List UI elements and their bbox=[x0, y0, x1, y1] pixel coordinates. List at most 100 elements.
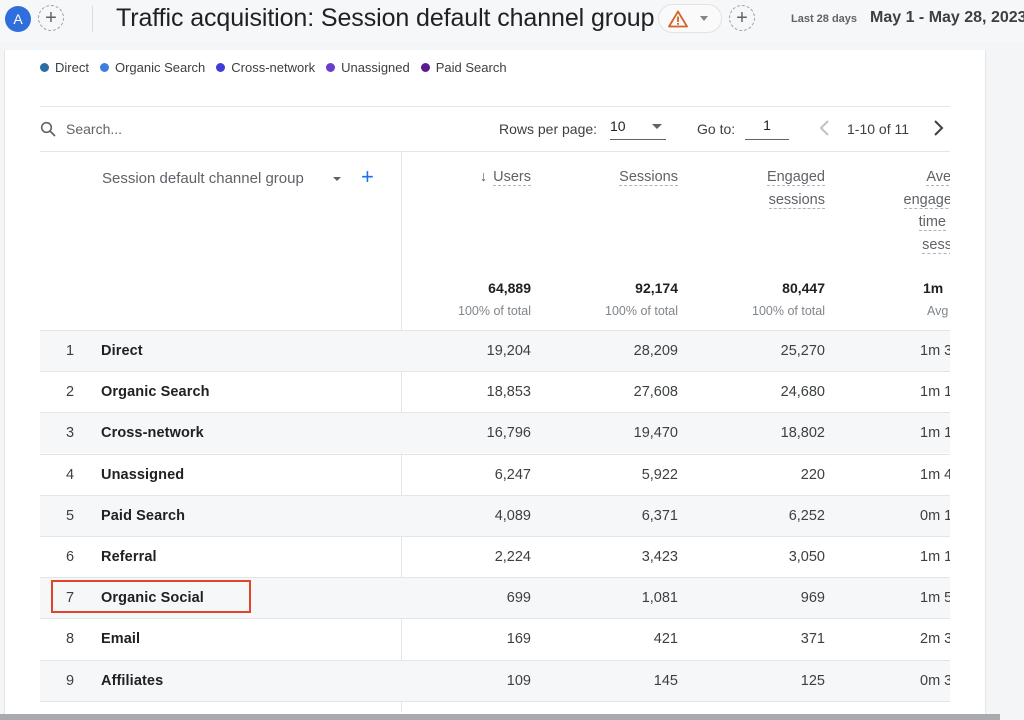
total-users-percent: 100% of total bbox=[458, 304, 531, 318]
column-label: Users bbox=[493, 169, 531, 186]
channel-name[interactable]: Email bbox=[101, 631, 140, 647]
next-page-button[interactable] bbox=[928, 117, 948, 139]
total-sessions: 92,174 bbox=[635, 280, 678, 296]
table-row[interactable]: 3 Cross-network 16,796 19,470 18,802 1m 1 bbox=[40, 412, 950, 454]
column-label: sess bbox=[922, 236, 950, 254]
column-header-engaged-sessions[interactable]: Engaged sessions bbox=[766, 166, 825, 211]
table-row[interactable]: 1 Direct 19,204 28,209 25,270 1m 3 bbox=[40, 330, 950, 371]
add-dimension-button[interactable]: + bbox=[361, 166, 374, 188]
sessions-value: 421 bbox=[653, 631, 678, 648]
legend-item-organic-search[interactable]: Organic Search bbox=[99, 60, 206, 75]
row-index: 2 bbox=[66, 384, 75, 401]
previous-page-button[interactable] bbox=[815, 117, 835, 139]
report-header: A + Traffic acquisition: Session default… bbox=[0, 0, 1024, 42]
column-header-users[interactable]: ↓ Users bbox=[480, 166, 531, 189]
sessions-value: 28,209 bbox=[633, 343, 678, 359]
chevron-down-icon[interactable] bbox=[333, 177, 341, 181]
total-users: 64,889 bbox=[488, 280, 531, 296]
avg-engagement-value: 0m 3 bbox=[920, 672, 950, 689]
rows-per-page-select[interactable]: 10 bbox=[610, 116, 666, 140]
column-label: Avera bbox=[926, 169, 950, 186]
add-comparison-button[interactable]: + bbox=[38, 5, 64, 31]
table-row[interactable]: 6 Referral 2,224 3,423 3,050 1m 1 bbox=[40, 536, 950, 577]
total-engaged-sessions: 80,447 bbox=[782, 280, 825, 296]
avg-engagement-value: 1m 5 bbox=[920, 590, 950, 607]
users-value: 2,224 bbox=[494, 549, 531, 565]
channel-name[interactable]: Direct bbox=[101, 343, 143, 359]
chart-legend: Direct Organic Search Cross-network Unas… bbox=[40, 60, 518, 75]
engaged-sessions-value: 969 bbox=[800, 590, 825, 607]
column-label: sessions bbox=[768, 191, 825, 209]
column-header-avg-engagement-time[interactable]: Avera engagem time sess bbox=[870, 166, 950, 256]
table-row[interactable]: 5 Paid Search 4,089 6,371 6,252 0m 1 bbox=[40, 494, 950, 536]
legend-item-direct[interactable]: Direct bbox=[40, 60, 89, 75]
chevron-down-icon bbox=[652, 124, 662, 129]
sessions-value: 5,922 bbox=[641, 466, 678, 483]
channel-name[interactable]: Organic Search bbox=[101, 384, 210, 400]
table-row[interactable]: 4 Unassigned 6,247 5,922 220 1m 4 bbox=[40, 453, 950, 495]
total-sessions-percent: 100% of total bbox=[605, 304, 678, 318]
horizontal-scrollbar[interactable] bbox=[0, 714, 1000, 720]
row-index: 1 bbox=[66, 343, 75, 359]
legend-dot-icon bbox=[326, 63, 336, 72]
divider bbox=[40, 106, 950, 107]
channel-name[interactable]: Referral bbox=[101, 549, 157, 565]
search-input[interactable] bbox=[66, 119, 366, 139]
users-value: 18,853 bbox=[486, 384, 531, 401]
sort-descending-icon: ↓ bbox=[479, 169, 488, 185]
engaged-sessions-value: 18,802 bbox=[780, 425, 825, 442]
sessions-value: 145 bbox=[653, 672, 678, 689]
table-row[interactable]: 9 Affiliates 109 145 125 0m 3 bbox=[40, 659, 950, 701]
avg-engagement-value: 0m 1 bbox=[920, 507, 950, 524]
search-icon bbox=[40, 121, 56, 137]
column-label: engagem bbox=[903, 191, 950, 209]
date-preset-label[interactable]: Last 28 days bbox=[791, 13, 857, 25]
comparison-avatar[interactable]: A bbox=[5, 6, 31, 32]
table-row[interactable]: 8 Email 169 421 371 2m 3 bbox=[40, 618, 950, 659]
plus-icon: + bbox=[45, 7, 57, 29]
highlight-annotation bbox=[51, 580, 251, 613]
sessions-value: 6,371 bbox=[641, 507, 678, 524]
avg-engagement-value: 2m 3 bbox=[920, 631, 950, 648]
date-range-picker[interactable]: May 1 - May 28, 2023 bbox=[870, 9, 1024, 27]
row-index: 3 bbox=[66, 425, 75, 442]
legend-dot-icon bbox=[40, 63, 49, 72]
goto-page-input[interactable] bbox=[745, 116, 789, 140]
legend-item-paid-search[interactable]: Paid Search bbox=[420, 60, 507, 75]
engaged-sessions-value: 3,050 bbox=[788, 549, 825, 565]
total-avg-engagement: 1m bbox=[923, 280, 944, 296]
legend-label: Direct bbox=[55, 60, 89, 75]
data-quality-dropdown[interactable] bbox=[658, 4, 722, 33]
add-filter-button[interactable]: + bbox=[729, 5, 755, 31]
page-title: Traffic acquisition: Session default cha… bbox=[116, 4, 655, 32]
channel-name[interactable]: Unassigned bbox=[101, 467, 184, 483]
legend-label: Paid Search bbox=[435, 60, 507, 75]
divider bbox=[40, 700, 950, 702]
avg-engagement-value: 1m 4 bbox=[920, 466, 950, 483]
legend-label: Cross-network bbox=[231, 60, 316, 75]
legend-label: Organic Search bbox=[114, 60, 206, 75]
channel-name[interactable]: Affiliates bbox=[101, 673, 163, 689]
users-value: 109 bbox=[506, 672, 531, 689]
legend-dot-icon bbox=[99, 63, 109, 72]
goto-label: Go to: bbox=[697, 121, 736, 137]
legend-item-cross-network[interactable]: Cross-network bbox=[216, 60, 315, 75]
legend-dot-icon bbox=[216, 63, 226, 72]
legend-item-unassigned[interactable]: Unassigned bbox=[326, 60, 410, 75]
dimension-column-header[interactable]: Session default channel group bbox=[102, 170, 304, 187]
engaged-sessions-value: 6,252 bbox=[788, 507, 825, 524]
channel-name[interactable]: Cross-network bbox=[101, 425, 204, 441]
plus-icon: + bbox=[736, 7, 748, 29]
table-row[interactable]: 2 Organic Search 18,853 27,608 24,680 1m 1 bbox=[40, 371, 950, 412]
column-header-sessions[interactable]: Sessions bbox=[619, 166, 678, 189]
row-index: 9 bbox=[66, 672, 75, 689]
users-value: 4,089 bbox=[494, 507, 531, 524]
channel-name[interactable]: Paid Search bbox=[101, 508, 185, 524]
divider bbox=[40, 151, 950, 152]
engaged-sessions-value: 220 bbox=[800, 466, 825, 483]
avg-engagement-value: 1m 3 bbox=[920, 343, 950, 359]
rows-per-page-value: 10 bbox=[610, 118, 626, 134]
side-panel bbox=[986, 50, 1024, 715]
sessions-value: 1,081 bbox=[641, 590, 678, 607]
engaged-sessions-value: 371 bbox=[800, 631, 825, 648]
